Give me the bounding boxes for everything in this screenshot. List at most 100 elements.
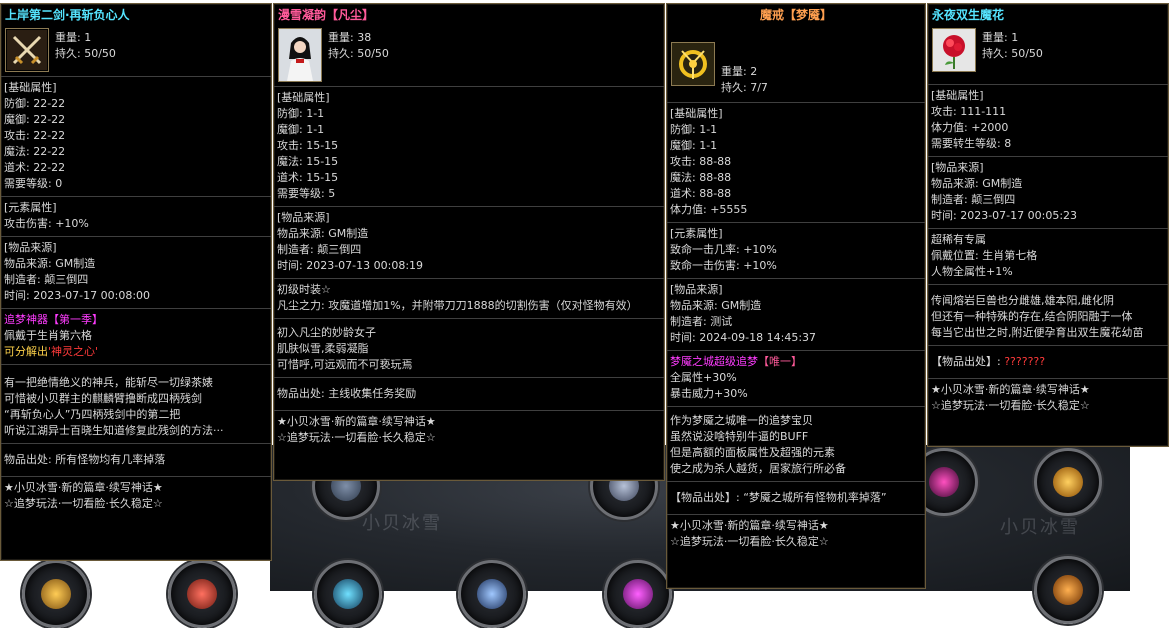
attribute-line: 道术: 88-88 <box>670 187 732 200</box>
set-season: 【第一季】 <box>48 313 103 326</box>
section-header: [元素属性] <box>670 227 723 240</box>
item-weight: 重量: 38 <box>328 31 372 44</box>
set-title: 追梦神器 <box>4 313 48 326</box>
item-footer: ★小贝冰雪·新的篇章·续写神话★ ☆追梦玩法·一切看脸·长久稳定☆ <box>667 514 925 554</box>
source-line: 物品来源: GM制造 <box>931 177 1023 190</box>
base-attributes: [基础属性] 防御: 1-1 魔御: 1-1 攻击: 15-15 魔法: 15-… <box>274 86 664 206</box>
inventory-slot[interactable] <box>604 560 672 628</box>
rare-title: 超稀有专属 <box>931 233 986 246</box>
section-header: [物品来源] <box>670 283 723 296</box>
attribute-line: 攻击: 22-22 <box>4 129 66 142</box>
item-header: 重量: 2 持久: 7/7 <box>667 26 925 102</box>
inventory-slot[interactable] <box>1034 448 1102 516</box>
lore-line: 初入凡尘的妙龄女子 <box>277 326 376 339</box>
item-title: 漫雪凝韵【凡尘】 <box>278 8 375 22</box>
attribute-line: 需要等级: 5 <box>277 187 336 200</box>
item-footer: ★小贝冰雪·新的篇章·续写神话★ ☆追梦玩法·一切看脸·长久稳定☆ <box>274 410 664 450</box>
costume-title: 初级时装☆ <box>277 283 331 296</box>
lore-line: 可惜呼,可远观而不可亵玩焉 <box>277 358 413 371</box>
item-tooltip-flower: 永夜双生魔花 重量: 1 持久: 50/50 [基础属性] 攻击: 111-11… <box>927 3 1169 447</box>
element-attributes: [元素属性] 致命一击几率: +10% 致命一击伤害: +10% <box>667 222 925 278</box>
footer-line: ☆追梦玩法·一切看脸·长久稳定☆ <box>931 399 1090 412</box>
attribute-line: 攻击: 111-111 <box>931 105 1007 118</box>
character-portrait-icon <box>278 28 322 82</box>
set-unique: 【唯一】 <box>758 355 802 368</box>
lore-line: 传闻熔岩巨兽也分雌雄,雄本阳,雌化阴 <box>931 294 1114 307</box>
set-line: 全属性+30% <box>670 371 737 384</box>
lore-line: 使之成为杀人越货，居家旅行所必备 <box>670 462 846 475</box>
item-source: [物品来源] 物品来源: GM制造 制造者: 颠三倒四 时间: 2023-07-… <box>928 156 1168 228</box>
item-durability: 持久: 50/50 <box>982 47 1043 60</box>
section-header: [物品来源] <box>4 241 57 254</box>
attribute-line: 体力值: +5555 <box>670 203 748 216</box>
lore-line: 但还有一种特殊的存在,结合阴阳融于一体 <box>931 310 1133 323</box>
lore-line: 但是高额的面板属性及超强的元素 <box>670 446 835 459</box>
item-drop: 物品出处: 主线收集任务奖励 <box>274 377 664 410</box>
attribute-line: 道术: 15-15 <box>277 171 339 184</box>
item-source: [物品来源] 物品来源: GM制造 制造者: 颠三倒四 时间: 2023-07-… <box>274 206 664 278</box>
attribute-line: 防御: 1-1 <box>277 107 325 120</box>
source-line: 制造者: 颠三倒四 <box>931 193 1016 206</box>
base-attributes: [基础属性] 攻击: 111-111 体力值: +2000 需要转生等级: 8 <box>928 84 1168 156</box>
attribute-line: 需要转生等级: 8 <box>931 137 1012 150</box>
drop-source: ??????? <box>1004 355 1046 368</box>
set-title: 梦魇之城超级追梦 <box>670 355 758 368</box>
base-attributes: [基础属性] 防御: 1-1 魔御: 1-1 攻击: 88-88 魔法: 88-… <box>667 102 925 222</box>
item-drop: 【物品出处】: “梦魇之城所有怪物机率掉落” <box>667 481 925 514</box>
crossed-swords-icon <box>5 28 49 72</box>
item-weight: 重量: 1 <box>55 31 92 44</box>
lore-line: 有一把绝情绝义的神兵，能斩尽一切绿茶婊 <box>4 376 213 389</box>
source-line: 时间: 2023-07-13 00:08:19 <box>277 259 424 272</box>
inventory-slot[interactable] <box>168 560 236 628</box>
source-line: 物品来源: GM制造 <box>277 227 369 240</box>
set-info: 追梦神器【第一季】 佩戴于生肖第六格 可分解出'神灵之心' <box>1 308 271 364</box>
rose-icon <box>932 28 976 72</box>
lore-line: 听说江湖异士百晓生知道修复此残剑的方法··· <box>4 424 224 437</box>
lore-line: 虽然说没啥特别牛逼的BUFF <box>670 430 809 443</box>
drop-source: 物品出处: 主线收集任务奖励 <box>277 387 417 400</box>
attribute-line: 防御: 22-22 <box>4 97 66 110</box>
item-header: 重量: 38 持久: 50/50 <box>274 26 664 86</box>
item-tooltip-costume: 漫雪凝韵【凡尘】 重量: 38 持久: 50/50 [基础属性] 防御: 1-1… <box>273 3 665 481</box>
set-line: 佩戴于生肖第六格 <box>4 329 92 342</box>
footer-line: ★小贝冰雪·新的篇章·续写神话★ <box>670 519 829 532</box>
item-footer: ★小贝冰雪·新的篇章·续写神话★ ☆追梦玩法·一切看脸·长久稳定☆ <box>928 378 1168 418</box>
item-lore: 初入凡尘的妙龄女子 肌肤似雪,柔弱凝脂 可惜呼,可远观而不可亵玩焉 <box>274 318 664 377</box>
item-title: 魔戒【梦魇】 <box>759 8 832 22</box>
item-source: [物品来源] 物品来源: GM制造 制造者: 颠三倒四 时间: 2023-07-… <box>1 236 271 308</box>
item-header: 重量: 1 持久: 50/50 <box>928 26 1168 84</box>
item-lore: 作为梦魇之城唯一的追梦宝贝 虽然说没啥特别牛逼的BUFF 但是高额的面板属性及超… <box>667 406 925 481</box>
item-header: 重量: 1 持久: 50/50 <box>1 26 271 76</box>
attribute-line: 魔御: 1-1 <box>670 139 718 152</box>
attribute-line: 魔御: 22-22 <box>4 113 66 126</box>
item-lore: 传闻熔岩巨兽也分雌雄,雄本阳,雌化阴 但还有一种特殊的存在,结合阴阳融于一体 每… <box>928 284 1168 345</box>
set-highlight: '神灵之心' <box>48 345 99 358</box>
item-weight: 重量: 1 <box>982 31 1019 44</box>
item-title: 上岸第二剑·再斩负心人 <box>5 8 130 22</box>
item-durability: 持久: 50/50 <box>328 47 389 60</box>
inventory-slot[interactable] <box>314 560 382 628</box>
inventory-slot[interactable] <box>22 560 90 628</box>
source-line: 时间: 2023-07-17 00:08:00 <box>4 289 151 302</box>
section-header: [物品来源] <box>277 211 330 224</box>
item-tooltip-sword: 上岸第二剑·再斩负心人 重量: 1 持久: 50/50 [基础属性] 防御: 2… <box>0 3 272 561</box>
inventory-slot[interactable] <box>1034 556 1102 624</box>
item-durability: 持久: 7/7 <box>721 81 768 94</box>
attribute-line: 致命一击几率: +10% <box>670 243 777 256</box>
footer-line: ☆追梦玩法·一切看脸·长久稳定☆ <box>4 497 163 510</box>
drop-label: 【物品出处】: <box>931 355 1001 368</box>
source-line: 时间: 2023-07-17 00:05:23 <box>931 209 1078 222</box>
costume-effect: 凡尘之力: 攻魔道增加1%，并附带刀刀1888的切割伤害（仅对怪物有效） <box>277 299 638 312</box>
section-header: [基础属性] <box>670 107 723 120</box>
set-info: 梦魇之城超级追梦【唯一】 全属性+30% 暴击威力+30% <box>667 350 925 406</box>
attribute-line: 防御: 1-1 <box>670 123 718 136</box>
watermark-text: 小贝冰雪 <box>1000 517 1080 538</box>
costume-bonus: 初级时装☆ 凡尘之力: 攻魔道增加1%，并附带刀刀1888的切割伤害（仅对怪物有… <box>274 278 664 318</box>
footer-line: ★小贝冰雪·新的篇章·续写神话★ <box>931 383 1090 396</box>
item-durability: 持久: 50/50 <box>55 47 116 60</box>
rare-line: 人物全属性+1% <box>931 265 1013 278</box>
attribute-line: 攻击: 15-15 <box>277 139 339 152</box>
watermark-text: 小贝冰雪 <box>362 513 442 534</box>
item-source: [物品来源] 物品来源: GM制造 制造者: 测试 时间: 2024-09-18… <box>667 278 925 350</box>
inventory-slot[interactable] <box>458 560 526 628</box>
